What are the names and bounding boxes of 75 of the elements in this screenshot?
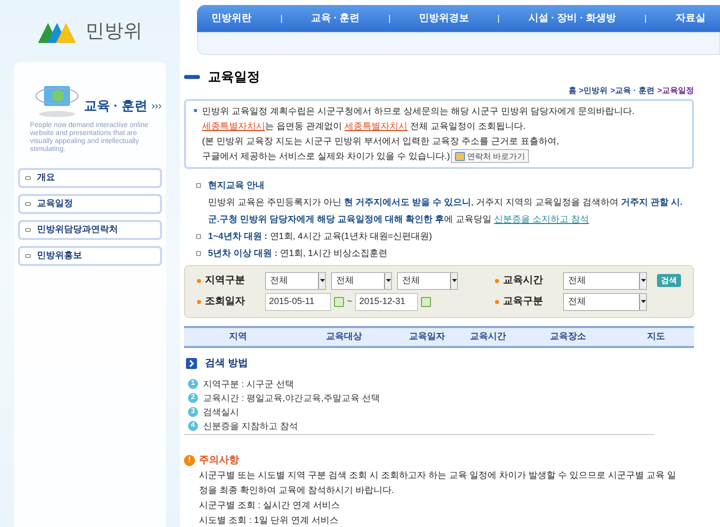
sidebar-item[interactable]: 민방위담당과연락처 <box>18 220 162 240</box>
notice-text: 1~4년차 대원 : 연1회, 4시간 교육(1년차 대원=신편대원) <box>208 230 434 243</box>
breadcrumb-link[interactable]: >교육일정 <box>657 84 694 96</box>
arrows-text: ››› <box>152 100 162 114</box>
title-bar-icon <box>184 74 200 79</box>
warning-icon: ! <box>184 454 195 466</box>
caret-icon <box>639 272 646 288</box>
column-header: 교육장소 <box>549 330 587 343</box>
caret-icon <box>450 272 457 288</box>
logo-icon <box>38 21 78 43</box>
notice-text: 민방위 교육은 주민등록지가 아닌 현 거주지에서도 받을 수 있으니, 거주지 지역의 교육일정을 검색하여 거주지 관할 시.군.구청 민방위 담당자에게 해당 교육일정에 대해 확인한 후에 교육당일 신분증을 소지하고 참석 <box>208 196 684 226</box>
dropdown[interactable]: 전체 <box>265 272 326 290</box>
step-text: 신분증을 지참하고 참석 <box>203 420 298 432</box>
contact-shortcut-button[interactable]: 연락처 바로가기 <box>451 149 530 163</box>
bullet-icon <box>196 250 201 256</box>
breadcrumb-link[interactable]: >교육 · 훈련 <box>610 84 654 96</box>
text-link[interactable]: 세종특별자치시 <box>202 120 265 130</box>
nav-tab[interactable]: 자료실 <box>675 11 706 26</box>
column-header: 지도 <box>646 330 666 343</box>
caret-icon <box>318 272 325 288</box>
dropdown[interactable]: 전체 <box>331 272 392 290</box>
tilde-text: ~ <box>347 294 352 308</box>
chevron-right-icon <box>186 358 197 368</box>
calendar-icon[interactable] <box>334 296 344 306</box>
text-link[interactable]: 신분증을 소지하고 참석 <box>494 214 590 224</box>
sidebar-title: 교육 · 훈련 <box>84 97 148 116</box>
page-title: 교육일정 <box>208 68 260 86</box>
field-label: 지역구분 <box>197 273 265 288</box>
calendar-icon[interactable] <box>421 296 432 306</box>
intro-text: 세종특별자치시는 읍면동 관계없이 세종특별자치시 전체 교육일정이 조회됩니다. <box>202 120 526 132</box>
intro-text: 구글에서 제공하는 서비스로 실제와 차이가 있을 수 있습니다.) <box>202 150 450 163</box>
field-label: 교육구분 <box>495 294 563 309</box>
notice-text: 5년차 이상 대원 : 연1회, 1시간 비상소집훈련 <box>208 246 389 260</box>
column-header: 교육일자 <box>408 330 446 343</box>
nav-tab[interactable]: 민방위경보 <box>419 11 470 26</box>
logo-text: 민방위 <box>86 20 142 44</box>
sidebar-item[interactable]: 교육일정 <box>18 194 162 214</box>
caution-text: 시군구별 조회 : 실시간 연계 서비스 <box>199 498 342 512</box>
column-header: 교육대상 <box>325 330 363 343</box>
nav-tab[interactable]: 시설 · 장비 · 화생방 <box>528 11 616 26</box>
step-text: 지역구분 : 시구군 선택 <box>203 378 294 390</box>
date-field[interactable]: 2015-12-31 <box>355 292 418 310</box>
bullet-icon <box>196 234 201 238</box>
column-header: 지역 <box>228 330 248 343</box>
dropdown[interactable]: 전체 <box>397 272 458 290</box>
step-text: 검색실시 <box>203 406 239 418</box>
caution-text: 시도별 조회 : 1일 단위 연계 서비스 <box>199 514 340 526</box>
intro-text: 민방위 교육일정 계획수립은 시군구청에서 하므로 상세문의는 해당 시군구 민방위 담당자에게 문의바랍니다. <box>202 104 635 118</box>
bullet-icon <box>194 108 197 112</box>
dropdown[interactable]: 전체 <box>563 292 647 310</box>
dropdown[interactable]: 전체 <box>563 272 647 290</box>
caution-title: 주의사항 <box>199 454 239 468</box>
field-label: 교육시간 <box>495 273 563 288</box>
nav-tab[interactable]: 민방위란 <box>212 11 252 26</box>
bullet-icon <box>495 300 499 304</box>
step-text: 교육시간 : 평일교육,야간교육,주말교육 선택 <box>203 392 380 404</box>
nav-tab[interactable]: 교육 · 훈련 <box>310 11 360 26</box>
caret-icon <box>639 294 646 310</box>
caution-text: 시군구별 또는 시도별 지역 구분 검색 조회 시 조회하고자 하는 교육 일정에 차이가 발생할 수 있으므로 시군구별 교육 일정을 최종 확인하여 교육에 참석하시기 바랍니다. <box>199 468 678 496</box>
section-title: 검색 방법 <box>205 356 248 370</box>
notice-heading: 현지교육 안내 <box>208 178 266 192</box>
date-field[interactable]: 2015-05-11 <box>265 292 331 310</box>
bullet-icon <box>197 278 201 282</box>
bullet-icon <box>196 182 201 188</box>
notepad-icon <box>455 152 466 160</box>
intro-text: (본 민방위 교육장 지도는 시군구 민방위 부서에서 입력한 교육장 주소를 근거로 표출하여, <box>202 134 560 148</box>
sidebar-item[interactable]: 개요 <box>18 168 162 188</box>
sidebar-item[interactable]: 민방위홍보 <box>18 246 162 266</box>
column-header: 교육시간 <box>469 330 507 343</box>
caret-icon <box>384 272 391 288</box>
field-label: 조회일자 <box>197 294 265 309</box>
bullet-icon <box>495 278 499 282</box>
breadcrumb-link[interactable]: 홈 >민방위 <box>568 84 608 96</box>
bullet-icon <box>197 300 201 304</box>
text-link[interactable]: 세종특별자치시 <box>344 120 408 130</box>
